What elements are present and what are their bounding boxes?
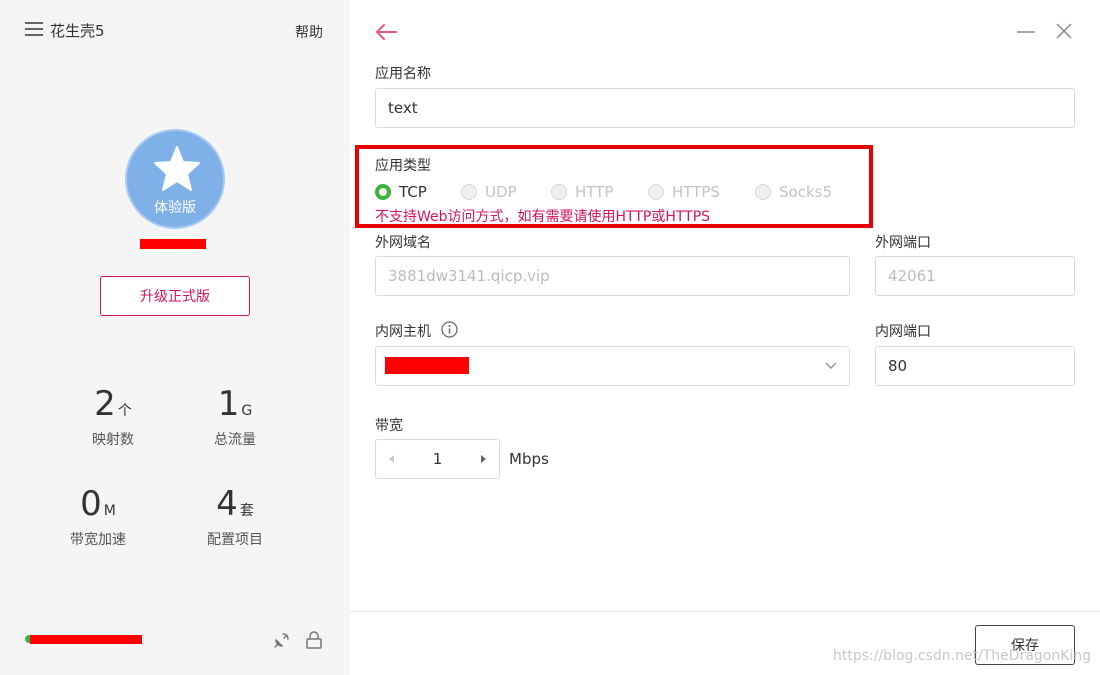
mapping-edit-panel: 应用名称 应用类型 TCP UDP HTTP HTTPS Socks5 不支持W… <box>350 0 1100 675</box>
radio-label: Socks5 <box>779 183 832 201</box>
app-name-input[interactable] <box>375 88 1075 128</box>
stat-label: 映射数 <box>92 432 134 448</box>
minimize-icon[interactable] <box>1016 24 1036 40</box>
internal-host-label: 内网主机 <box>375 324 431 340</box>
bandwidth-label: 带宽 <box>375 418 403 434</box>
external-port-label: 外网端口 <box>875 235 931 251</box>
radio-label: HTTP <box>575 183 614 201</box>
stat-label: 配置项目 <box>207 532 263 548</box>
external-port-input <box>875 256 1075 296</box>
increment-button[interactable] <box>469 440 499 478</box>
redacted-account <box>30 635 142 644</box>
stat-bandwidth-boost: 0M 带宽加速 <box>43 484 153 549</box>
hamburger-menu-icon[interactable] <box>25 22 43 38</box>
stat-config-items: 4套 配置项目 <box>180 484 290 549</box>
radio-indicator <box>755 184 771 200</box>
stat-unit: 套 <box>239 503 254 519</box>
radio-indicator <box>648 184 664 200</box>
close-icon[interactable] <box>1055 22 1073 40</box>
info-icon[interactable] <box>441 321 458 338</box>
caret-left-icon <box>389 455 394 463</box>
radio-socks5[interactable]: Socks5 <box>755 182 832 202</box>
stat-mappings: 2个 映射数 <box>58 384 168 449</box>
redacted-username <box>140 239 206 249</box>
sidebar: 花生壳5 帮助 体验版 升级正式版 2个 映射数 1G 总流量 0M 带宽加速 … <box>0 0 350 675</box>
stat-unit: M <box>103 503 116 519</box>
decrement-button[interactable] <box>376 440 406 478</box>
stat-value: 0 <box>80 484 102 524</box>
stat-unit: G <box>241 403 253 419</box>
stat-value: 1 <box>217 384 240 424</box>
app-name-label: 应用名称 <box>375 66 431 82</box>
stat-label: 带宽加速 <box>70 532 126 548</box>
help-link[interactable]: 帮助 <box>295 22 323 42</box>
internal-port-label: 内网端口 <box>875 324 931 340</box>
lock-icon[interactable] <box>305 631 323 649</box>
external-domain-label: 外网域名 <box>375 235 431 251</box>
app-type-warning: 不支持Web访问方式，如有需要请使用HTTP或HTTPS <box>375 209 711 225</box>
bandwidth-unit: Mbps <box>509 450 549 468</box>
app-type-label: 应用类型 <box>375 158 431 174</box>
radio-label: TCP <box>399 183 427 201</box>
radio-https[interactable]: HTTPS <box>648 182 720 202</box>
sidebar-header: 花生壳5 帮助 <box>25 19 325 43</box>
radio-label: HTTPS <box>672 183 720 201</box>
radio-http[interactable]: HTTP <box>551 182 613 202</box>
external-domain-input <box>375 256 850 296</box>
radio-udp[interactable]: UDP <box>461 182 517 202</box>
arrow-left-icon[interactable] <box>374 22 398 42</box>
app-title: 花生壳5 <box>50 22 105 40</box>
stat-value: 4 <box>216 484 238 524</box>
radio-indicator <box>551 184 567 200</box>
internal-port-input[interactable] <box>875 346 1075 386</box>
satellite-icon[interactable] <box>273 631 291 649</box>
radio-indicator <box>461 184 477 200</box>
watermark-text: https://blog.csdn.net/TheDragonKing <box>833 648 1092 664</box>
stat-value: 2 <box>94 384 116 424</box>
star-icon <box>154 146 200 191</box>
bandwidth-value[interactable]: 1 <box>406 440 469 478</box>
stat-label: 总流量 <box>214 432 256 448</box>
redacted-internal-host <box>385 357 469 374</box>
radio-label: UDP <box>485 183 517 201</box>
upgrade-button[interactable]: 升级正式版 <box>100 276 250 316</box>
edition-badge: 体验版 <box>154 200 196 216</box>
stat-total-traffic: 1G 总流量 <box>180 384 290 449</box>
stat-unit: 个 <box>117 403 132 419</box>
caret-right-icon <box>481 455 486 463</box>
footer-divider <box>350 611 1100 612</box>
radio-indicator <box>375 184 391 200</box>
radio-tcp[interactable]: TCP <box>375 182 427 202</box>
chevron-down-icon[interactable] <box>824 361 838 371</box>
bandwidth-stepper: 1 <box>375 439 500 479</box>
avatar: 体验版 <box>125 129 225 229</box>
